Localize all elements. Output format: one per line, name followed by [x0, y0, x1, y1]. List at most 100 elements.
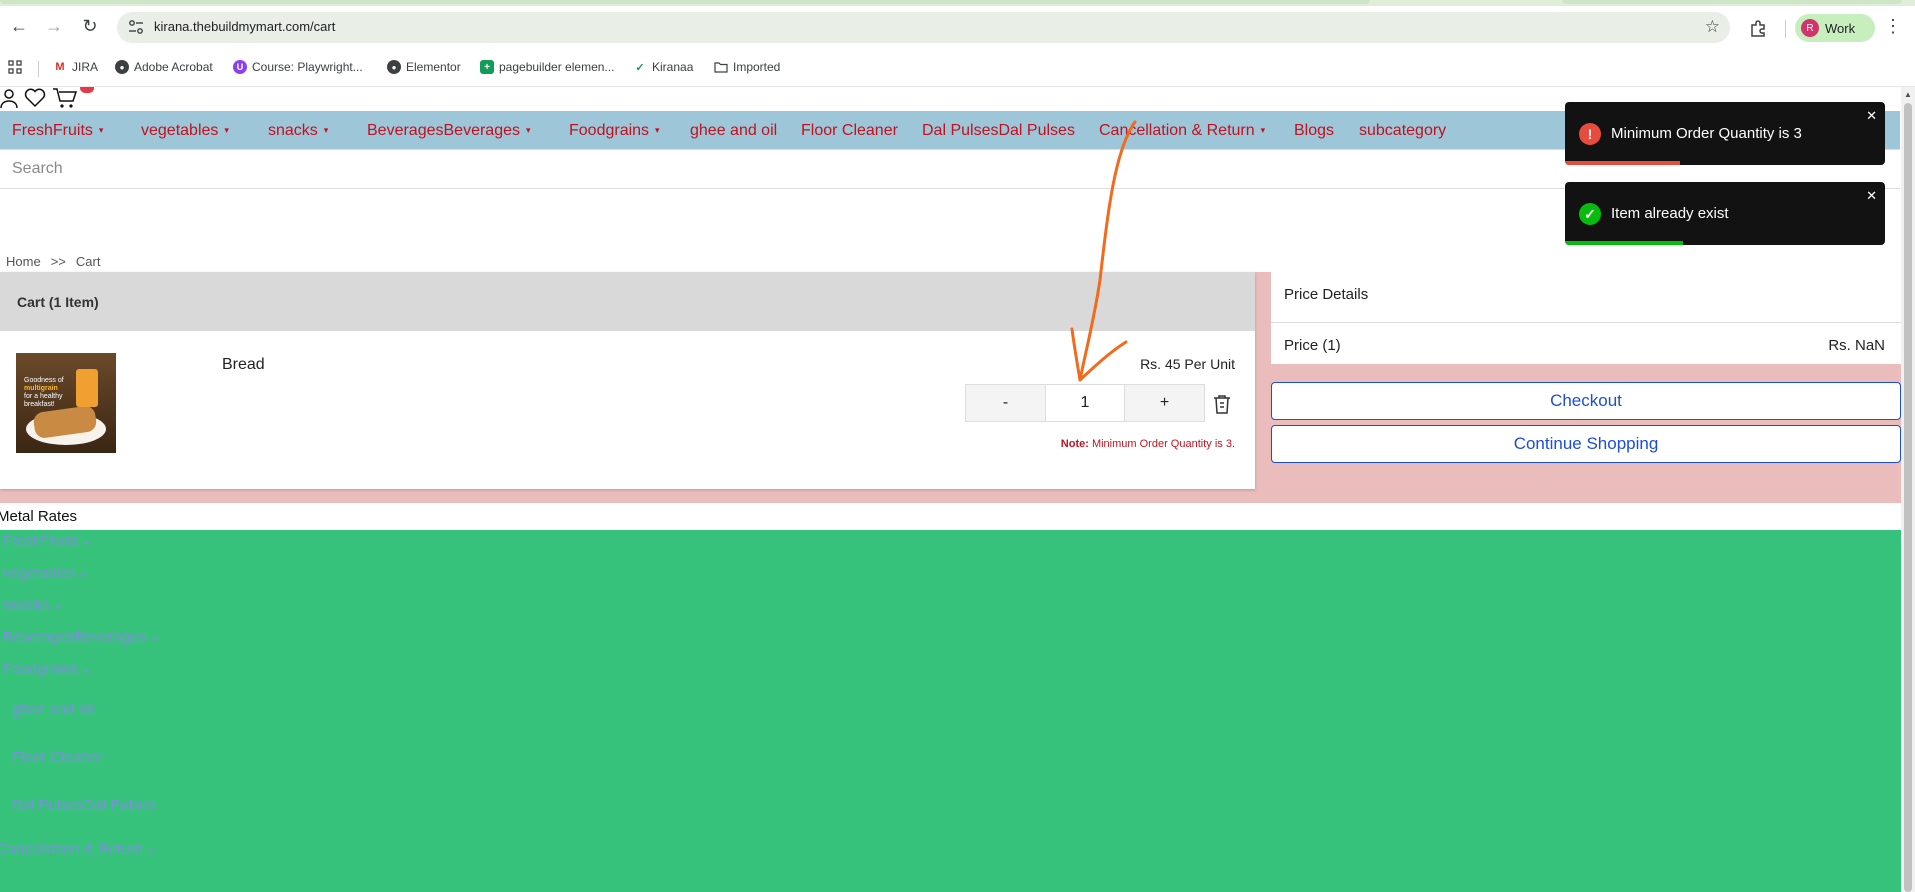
exclamation-icon: !: [1579, 123, 1601, 145]
close-icon[interactable]: ✕: [1866, 108, 1877, 124]
scrollbar-thumb[interactable]: [1904, 103, 1912, 892]
address-bar[interactable]: kirana.thebuildmymart.com/cart ☆: [117, 12, 1730, 43]
metal-rates-label[interactable]: Metal Rates: [0, 508, 77, 525]
price-row: Price (1) Rs. NaN: [1271, 322, 1903, 364]
continue-shopping-button[interactable]: Continue Shopping: [1271, 425, 1901, 463]
bookmark-label: pagebuilder elemen...: [499, 60, 615, 74]
cart-count-badge: [80, 87, 94, 93]
footer-link-ghee-and-oil[interactable]: ghee and oil: [12, 701, 94, 718]
price-amount: Rs. NaN: [1828, 337, 1885, 354]
scroll-up-icon[interactable]: ▲: [1904, 90, 1912, 99]
browser-menu-icon[interactable]: ⋮: [1884, 16, 1902, 37]
toast-progress-bar: [1565, 241, 1683, 245]
back-icon[interactable]: ←: [7, 14, 31, 38]
apps-icon[interactable]: [8, 60, 22, 74]
chevron-down-icon: ▾: [655, 125, 660, 136]
bookmark-elementor[interactable]: ● Elementor: [387, 60, 461, 74]
product-image[interactable]: Goodness of multigrain for a healthy breakf…: [16, 353, 116, 453]
nav-item-blogs[interactable]: Blogs: [1294, 122, 1334, 140]
nav-item-subcategory[interactable]: subcategory: [1359, 122, 1446, 140]
price-details-panel: Price Details Price (1) Rs. NaN: [1271, 272, 1903, 364]
profile-button[interactable]: R Work: [1795, 14, 1875, 42]
wishlist-heart-icon[interactable]: [24, 88, 46, 108]
toast-message: Minimum Order Quantity is 3: [1611, 125, 1802, 142]
nav-item-dal-pulses[interactable]: Dal PulsesDal Pulses: [922, 122, 1075, 140]
price-details-title: Price Details: [1284, 286, 1369, 303]
toast-message: Item already exist: [1611, 205, 1729, 222]
quantity-value[interactable]: 1: [1045, 385, 1125, 421]
chevron-down-icon: ▾: [84, 666, 89, 676]
close-icon[interactable]: ✕: [1866, 188, 1877, 204]
decrease-quantity-button[interactable]: -: [966, 385, 1045, 421]
nav-item-foodgrains[interactable]: Foodgrains ▾: [569, 122, 660, 140]
active-tab[interactable]: [0, 0, 1370, 4]
chevron-down-icon: ▾: [84, 538, 90, 548]
extensions-icon[interactable]: [1748, 18, 1768, 38]
footer: FreshFruits ▾ vegetables ▾ snacks ▾ Beverag…: [0, 530, 1901, 892]
reload-icon[interactable]: ↻: [78, 14, 102, 38]
bookmark-label: Adobe Acrobat: [134, 60, 213, 74]
footer-link-foodgrains[interactable]: Foodgrains ▾: [3, 661, 89, 678]
bookmark-course-playwright[interactable]: U Course: Playwright...: [233, 60, 363, 74]
note-label: Note:: [1060, 438, 1089, 450]
nav-item-snacks[interactable]: snacks ▾: [268, 122, 328, 140]
product-image-text: Goodness of multigrain for a healthy breakf…: [24, 377, 64, 408]
bookmark-adobe-acrobat[interactable]: ● Adobe Acrobat: [115, 60, 213, 74]
footer-link-dal-pulses[interactable]: Dal PulsesDal Pulses: [12, 797, 155, 814]
footer-link-freshfruits[interactable]: FreshFruits ▾: [3, 533, 89, 550]
profile-name: Work: [1825, 20, 1856, 36]
cart-icon[interactable]: [52, 87, 78, 109]
product-name[interactable]: Bread: [222, 356, 265, 374]
gmail-icon: M: [55, 61, 65, 73]
bookmarks-bar: M JIRA ● Adobe Acrobat U Course: Playwri…: [0, 49, 1915, 87]
url-text[interactable]: kirana.thebuildmymart.com/cart: [154, 19, 335, 34]
nav-item-vegetables[interactable]: vegetables ▾: [141, 122, 229, 140]
trash-icon[interactable]: [1210, 392, 1234, 416]
nav-item-ghee-and-oil[interactable]: ghee and oil: [690, 122, 777, 140]
avatar: R: [1801, 19, 1819, 37]
footer-link-floor-cleaner[interactable]: Floor Cleaner: [12, 749, 103, 766]
chevron-down-icon: ▾: [148, 846, 154, 856]
toast-error: ! Minimum Order Quantity is 3 ✕: [1565, 102, 1885, 165]
footer-link-vegetables[interactable]: vegetables ▾: [3, 565, 86, 582]
bookmark-imported[interactable]: Imported: [714, 60, 780, 74]
chevron-down-icon: ▾: [525, 125, 531, 136]
bookmarks-divider: [38, 61, 39, 77]
user-icon[interactable]: [0, 88, 18, 108]
check-icon: ✓: [635, 61, 645, 74]
globe-icon: ●: [115, 60, 129, 74]
footer-link-snacks[interactable]: snacks ▾: [3, 597, 60, 614]
bookmark-label: Elementor: [406, 60, 461, 74]
footer-link-beverages[interactable]: BeveragesBeverages ▾: [3, 629, 157, 646]
bookmark-label: JIRA: [72, 60, 99, 74]
chevron-down-icon: ▾: [55, 602, 61, 612]
nav-item-cancellation-return[interactable]: Cancellation & Return ▾: [1099, 122, 1265, 140]
chevron-down-icon: ▾: [98, 125, 104, 136]
breadcrumb: Home >> Cart: [6, 254, 100, 269]
footer-link-cancellation-return[interactable]: Cancellation & Return ▾: [0, 841, 153, 858]
browser-toolbar: ← → ↻ kirana.thebuildmymart.com/cart ☆ R…: [0, 6, 1915, 49]
bookmark-label: Imported: [733, 60, 781, 74]
toast-success: ✓ Item already exist ✕: [1565, 182, 1885, 245]
bookmark-star-icon[interactable]: ☆: [1705, 17, 1720, 37]
chevron-down-icon: ▾: [152, 634, 157, 644]
bookmark-kiranaa[interactable]: ✓ Kiranaa: [633, 60, 693, 74]
bookmark-pagebuilder[interactable]: + pagebuilder elemen...: [480, 60, 614, 74]
forward-icon[interactable]: →: [42, 14, 66, 38]
breadcrumb-current: Cart: [75, 254, 101, 269]
nav-item-freshfruits[interactable]: FreshFruits ▾: [12, 122, 103, 140]
breadcrumb-home[interactable]: Home: [6, 254, 41, 269]
breadcrumb-separator: >>: [50, 254, 66, 269]
folder-icon: [714, 60, 728, 74]
checkout-button[interactable]: Checkout: [1271, 382, 1901, 420]
nav-item-floor-cleaner[interactable]: Floor Cleaner: [801, 122, 898, 140]
site-settings-icon[interactable]: [127, 19, 145, 35]
nav-item-beverages[interactable]: BeveragesBeverages ▾: [367, 122, 531, 140]
increase-quantity-button[interactable]: +: [1125, 385, 1204, 421]
inactive-tab[interactable]: [1562, 0, 1902, 4]
unit-price: Rs. 45 Per Unit: [1140, 356, 1235, 372]
chevron-down-icon: ▾: [81, 570, 87, 580]
cart-header: Cart (1 Item): [0, 272, 1255, 331]
page-scrollbar[interactable]: ▲: [1901, 87, 1915, 892]
bookmark-jira[interactable]: M JIRA: [53, 60, 98, 74]
